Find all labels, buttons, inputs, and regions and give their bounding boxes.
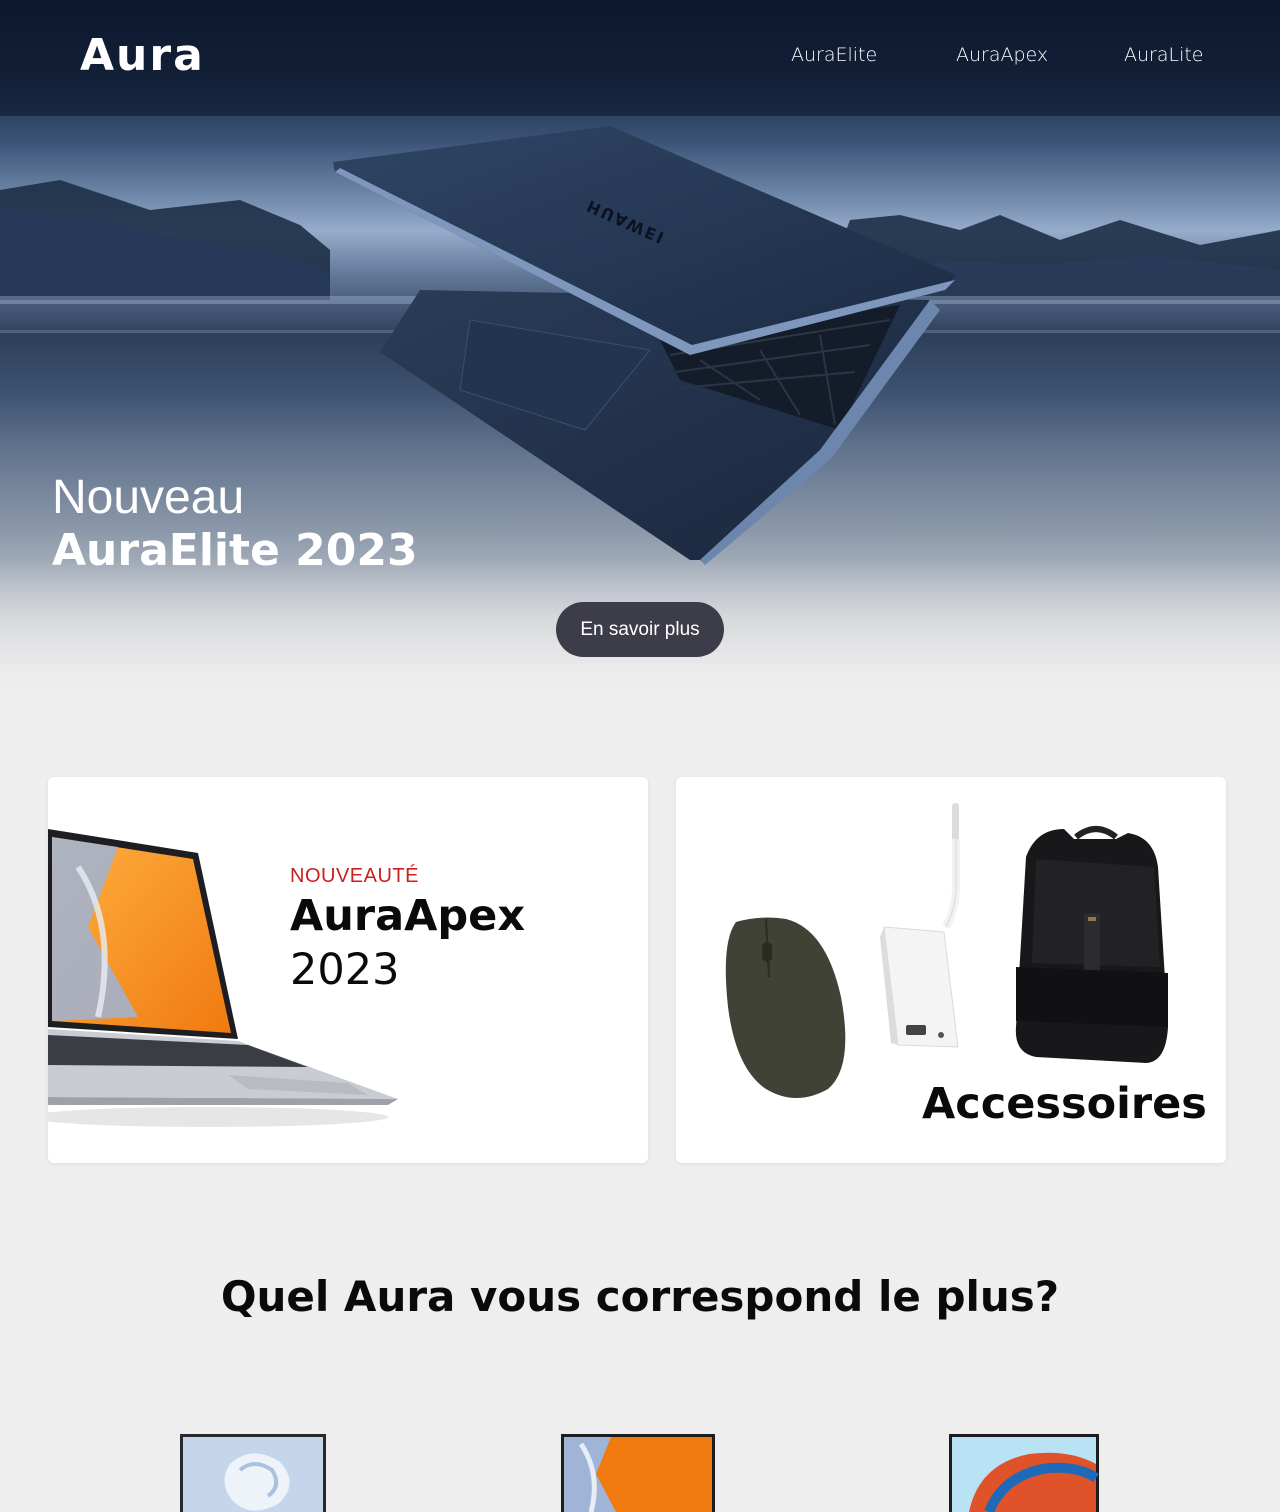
- backpack-image: [1015, 826, 1168, 1063]
- mouse-image: [725, 917, 846, 1098]
- new-badge: NOUVEAUTÉ: [290, 865, 419, 887]
- section-title: Quel Aura vous correspond le plus?: [220, 1272, 1060, 1321]
- usb-adapter-image: [880, 803, 960, 1048]
- top-navigation-bar: Aura AuraElite AuraApex AuraLite: [0, 0, 1280, 116]
- hero-kicker: Nouveau: [52, 471, 245, 524]
- accessories-title: Accessoires: [922, 1079, 1207, 1129]
- learn-more-button[interactable]: En savoir plus: [556, 602, 724, 657]
- nav-link-auralite[interactable]: AuraLite: [1124, 44, 1204, 66]
- auraapex-year: 2023: [290, 945, 400, 995]
- auraapex-title: AuraApex: [290, 891, 526, 941]
- auraapex-card[interactable]: NOUVEAUTÉ AuraApex 2023: [48, 777, 648, 1163]
- hero-title: AuraElite 2023: [52, 525, 418, 576]
- hero-banner: HUAWEI Aura AuraElite AuraApex AuraLite …: [0, 0, 1280, 700]
- aura-logo[interactable]: Aura: [80, 30, 205, 81]
- nav-link-auraelite[interactable]: AuraElite: [791, 44, 877, 66]
- accessories-card[interactable]: Accessoires: [676, 777, 1226, 1163]
- nav-link-auraapex[interactable]: AuraApex: [956, 44, 1048, 66]
- auraelite-thumbnail[interactable]: [949, 1434, 1099, 1512]
- auraapex-thumbnail[interactable]: [561, 1434, 715, 1512]
- auralite-thumbnail[interactable]: [180, 1434, 326, 1512]
